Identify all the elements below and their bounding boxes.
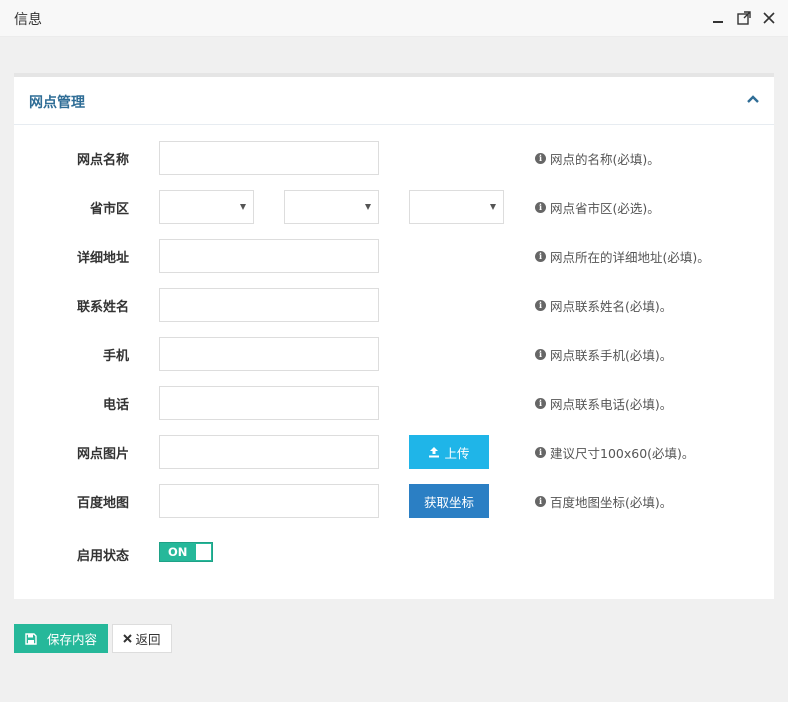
upload-button[interactable]: 上传 <box>409 435 489 469</box>
map-help-text: 百度地图坐标(必填)。 <box>550 495 673 510</box>
mobile-label: 手机 <box>102 349 129 364</box>
status-toggle[interactable]: ON <box>159 542 213 562</box>
save-button[interactable]: 保存内容 <box>14 624 108 653</box>
info-icon: i <box>535 496 546 507</box>
name-input[interactable] <box>159 141 379 175</box>
phone-help-text: 网点联系电话(必填)。 <box>550 397 673 412</box>
form-row-address: 详细地址 i 网点所在的详细地址(必填)。 <box>14 239 774 273</box>
region-help-text: 网点省市区(必选)。 <box>550 201 660 216</box>
phone-input[interactable] <box>159 386 379 420</box>
caret-down-icon <box>365 204 371 210</box>
form-panel: 网点管理 网点名称 i 网点的名称(必填)。 省市区 i 网点省市区(必选)。 详细… <box>14 73 774 599</box>
info-icon: i <box>535 202 546 213</box>
form-row-contact: 联系姓名 i 网点联系姓名(必填)。 <box>14 288 774 322</box>
maximize-icon[interactable] <box>735 9 753 27</box>
caret-down-icon <box>240 204 246 210</box>
get-coordinates-button[interactable]: 获取坐标 <box>409 484 489 518</box>
caret-down-icon <box>490 204 496 210</box>
image-help: i 建议尺寸100x60(必填)。 <box>535 443 694 462</box>
contact-label: 联系姓名 <box>76 300 129 315</box>
status-label: 启用状态 <box>76 549 129 564</box>
contact-input[interactable] <box>159 288 379 322</box>
contact-help-text: 网点联系姓名(必填)。 <box>550 299 673 314</box>
address-label: 详细地址 <box>76 251 129 266</box>
toggle-on-text: ON <box>168 545 188 559</box>
save-button-label: 保存内容 <box>46 632 97 647</box>
city-select[interactable] <box>284 190 379 224</box>
form-row-image: 网点图片 上传 i 建议尺寸100x60(必填)。 <box>14 435 774 469</box>
form-row-phone: 电话 i 网点联系电话(必填)。 <box>14 386 774 420</box>
phone-label: 电话 <box>102 398 129 413</box>
region-help: i 网点省市区(必选)。 <box>535 198 660 217</box>
form-row-name: 网点名称 i 网点的名称(必填)。 <box>14 141 774 175</box>
back-button[interactable]: 返回 <box>112 624 172 653</box>
back-button-label: 返回 <box>135 632 161 647</box>
panel-title: 网点管理 <box>29 95 85 111</box>
map-label: 百度地图 <box>76 496 129 511</box>
info-icon: i <box>535 300 546 311</box>
chevron-up-icon[interactable] <box>746 92 762 108</box>
window-titlebar: 信息 <box>0 0 788 37</box>
get-coordinates-label: 获取坐标 <box>423 494 474 510</box>
form-row-status: 启用状态 ON <box>14 539 774 573</box>
info-icon: i <box>535 251 546 262</box>
mobile-help: i 网点联系手机(必填)。 <box>535 345 672 364</box>
info-icon: i <box>535 398 546 409</box>
save-icon <box>25 632 37 645</box>
minimize-icon[interactable] <box>709 9 727 27</box>
info-icon: i <box>535 349 546 360</box>
toggle-knob <box>196 544 211 560</box>
image-help-text: 建议尺寸100x60(必填)。 <box>550 446 695 461</box>
upload-button-label: 上传 <box>444 445 470 461</box>
image-label: 网点图片 <box>76 447 129 462</box>
form-row-mobile: 手机 i 网点联系手机(必填)。 <box>14 337 774 371</box>
map-help: i 百度地图坐标(必填)。 <box>535 492 672 511</box>
district-select[interactable] <box>409 190 504 224</box>
address-help-text: 网点所在的详细地址(必填)。 <box>550 250 710 265</box>
form-row-region: 省市区 i 网点省市区(必选)。 <box>14 190 774 224</box>
info-icon: i <box>535 447 546 458</box>
close-icon[interactable] <box>760 9 778 27</box>
panel-header: 网点管理 <box>14 77 774 125</box>
mobile-help-text: 网点联系手机(必填)。 <box>550 348 673 363</box>
contact-help: i 网点联系姓名(必填)。 <box>535 296 672 315</box>
region-label: 省市区 <box>89 202 129 217</box>
close-icon <box>123 634 133 643</box>
window-title: 信息 <box>14 12 42 28</box>
name-help: i 网点的名称(必填)。 <box>535 149 660 168</box>
province-select[interactable] <box>159 190 254 224</box>
address-input[interactable] <box>159 239 379 273</box>
mobile-input[interactable] <box>159 337 379 371</box>
phone-help: i 网点联系电话(必填)。 <box>535 394 672 413</box>
image-input[interactable] <box>159 435 379 469</box>
map-input[interactable] <box>159 484 379 518</box>
name-label: 网点名称 <box>76 153 129 168</box>
address-help: i 网点所在的详细地址(必填)。 <box>535 247 710 266</box>
name-help-text: 网点的名称(必填)。 <box>550 152 660 167</box>
form-row-map: 百度地图 获取坐标 i 百度地图坐标(必填)。 <box>14 484 774 518</box>
info-icon: i <box>535 153 546 164</box>
upload-icon <box>428 446 440 458</box>
